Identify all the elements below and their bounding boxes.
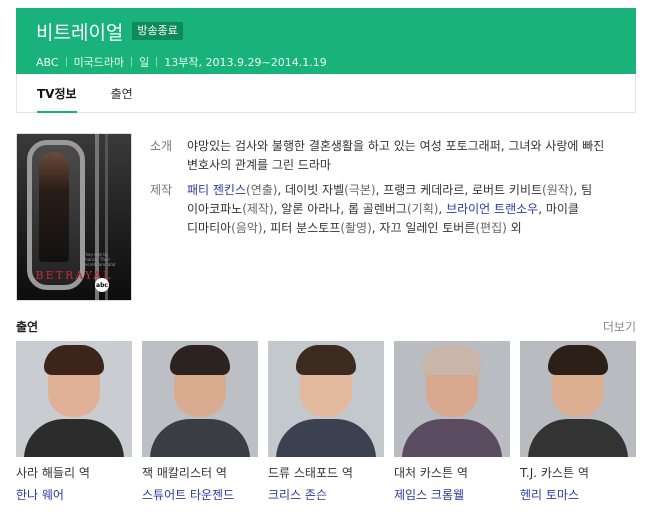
cast-photo[interactable] — [394, 341, 510, 457]
staff-role: (연출) — [246, 183, 278, 197]
cast-photo[interactable] — [142, 341, 258, 457]
staff-separator: , — [438, 202, 447, 216]
staff-separator: , — [538, 202, 546, 216]
staff-name: 로버트 키비트 — [471, 183, 543, 197]
more-link[interactable]: 더보기 — [603, 318, 636, 335]
cast-role: 대처 카스튼 역 — [394, 466, 468, 480]
program-info: 소개 야망있는 검사와 불행한 결혼생활을 하고 있는 여성 포토그래퍼, 그녀… — [150, 137, 620, 244]
staff-separator: , — [340, 202, 348, 216]
staff-name: 알론 아라나 — [281, 202, 341, 216]
cast-card[interactable]: 대처 카스튼 역제임스 크롬웰 — [394, 341, 510, 502]
meta-divider — [65, 57, 67, 67]
cast-photo-body — [24, 419, 124, 457]
staff-suffix: 외 — [510, 221, 522, 235]
meta-episodes-period: 13부작, 2013.9.29~2014.1.19 — [164, 56, 327, 69]
status-badge: 방송종료 — [132, 22, 183, 40]
staff-name: 피터 분스토프 — [270, 221, 341, 235]
staff-separator: , — [464, 183, 472, 197]
staff-role: (음악) — [231, 221, 263, 235]
cast-photo-body — [528, 419, 628, 457]
intro-label: 소개 — [150, 139, 173, 153]
poster-image[interactable]: They met by chance. Their secrets are fa… — [16, 133, 132, 301]
staff-role: (촬영) — [340, 221, 372, 235]
cast-photo-body — [276, 419, 376, 457]
cast-card[interactable]: 사라 해들리 역한나 웨어 — [16, 341, 132, 502]
cast-name-link[interactable]: 크리스 존슨 — [268, 486, 384, 502]
cast-photo-body — [402, 419, 502, 457]
program-header: 비트레이얼 방송종료 ABC 미국드라마 일 13부작, 2013.9.29~2… — [16, 8, 636, 74]
cast-photo-hair — [44, 345, 104, 375]
staff-separator: , — [573, 183, 582, 197]
cast-name-link[interactable]: 헨리 토마스 — [520, 486, 636, 502]
network-logo: abc — [95, 278, 109, 292]
staff-row: 제작 패티 젠킨스(연출), 데이빗 자벨(극본), 프랭크 케데라르, 로버트… — [150, 181, 620, 238]
cast-photo-hair — [296, 345, 356, 375]
staff-name: 데이빗 자벨 — [285, 183, 345, 197]
cast-photo-hair — [170, 345, 230, 375]
staff-role: (극본) — [344, 183, 376, 197]
poster-title: BETRAYAL — [35, 269, 113, 282]
intro-row: 소개 야망있는 검사와 불행한 결혼생활을 하고 있는 여성 포토그래퍼, 그녀… — [150, 137, 620, 175]
cast-photo[interactable] — [520, 341, 636, 457]
cast-role: 드류 스태포드 역 — [268, 466, 353, 480]
cast-photo[interactable] — [268, 341, 384, 457]
staff-list: 패티 젠킨스(연출), 데이빗 자벨(극본), 프랭크 케데라르, 로버트 키비… — [187, 181, 620, 238]
cast-photo-hair — [548, 345, 608, 375]
cast-card[interactable]: T.J. 카스튼 역헨리 토마스 — [520, 341, 636, 502]
staff-name[interactable]: 패티 젠킨스 — [187, 183, 246, 197]
staff-name[interactable]: 브라이언 트랜소우 — [446, 202, 538, 216]
program-title[interactable]: 비트레이얼 — [36, 18, 123, 45]
staff-separator: , — [277, 183, 286, 197]
tab-cast[interactable]: 출연 — [111, 74, 133, 112]
staff-name: 자끄 일레인 토버른 — [379, 221, 476, 235]
cast-role: 사라 해들리 역 — [16, 466, 90, 480]
meta-genre: 미국드라마 — [73, 56, 125, 69]
cast-photo-body — [150, 419, 250, 457]
poster-figure-shape — [39, 152, 69, 262]
staff-name: 롭 골렌버그 — [347, 202, 407, 216]
staff-name: 프랭크 케데라르 — [383, 183, 465, 197]
cast-section-title: 출연 — [16, 319, 39, 334]
meta-airday: 일 — [139, 56, 150, 69]
meta-divider — [131, 57, 133, 67]
program-meta: ABC 미국드라마 일 13부작, 2013.9.29~2014.1.19 — [36, 54, 616, 70]
staff-label: 제작 — [150, 183, 173, 197]
cast-card[interactable]: 잭 매칼리스터 역스튜어트 타운젠드 — [142, 341, 258, 502]
intro-text: 야망있는 검사와 불행한 결혼생활을 하고 있는 여성 포토그래퍼, 그녀와 사… — [187, 139, 605, 172]
cast-header: 출연 더보기 — [16, 317, 636, 335]
meta-divider — [156, 57, 158, 67]
tab-tv-info[interactable]: TV정보 — [37, 74, 77, 113]
poster-tagline: They met by chance. Their secrets are fa… — [83, 252, 117, 267]
cast-role: T.J. 카스튼 역 — [520, 466, 589, 480]
cast-name-link[interactable]: 한나 웨어 — [16, 486, 132, 502]
cast-name-link[interactable]: 스튜어트 타운젠드 — [142, 486, 258, 502]
cast-photo[interactable] — [16, 341, 132, 457]
staff-role: (원작) — [542, 183, 574, 197]
staff-role: (기획) — [406, 202, 439, 216]
cast-role: 잭 매칼리스터 역 — [142, 466, 227, 480]
cast-list: 사라 해들리 역 한나 웨어 잭 매칼리스터 역 스튜어트 타운젠드 드류 스태포드 역… — [16, 341, 638, 502]
meta-network: ABC — [36, 55, 59, 69]
cast-card[interactable]: 드류 스태포드 역크리스 존슨 — [268, 341, 384, 502]
cast-name-link[interactable]: 제임스 크롬웰 — [394, 486, 510, 502]
tab-bar: TV정보 출연 — [16, 74, 636, 113]
staff-role: (제작) — [242, 202, 274, 216]
cast-photo-hair — [422, 345, 482, 375]
staff-role: (편집) — [475, 221, 507, 235]
